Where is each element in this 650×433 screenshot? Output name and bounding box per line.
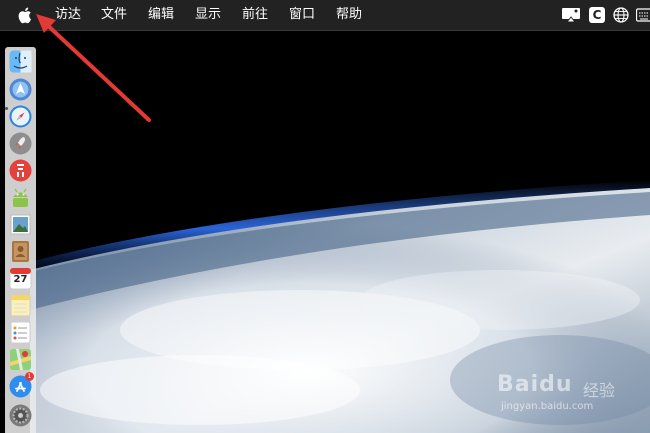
menu-bar: 访达 文件 编辑 显示 前往 窗口 帮助 C — [0, 0, 650, 31]
preview-photos-icon[interactable] — [9, 213, 32, 236]
calendar-icon[interactable]: 27 — [9, 267, 32, 290]
airplay-display-icon[interactable] — [561, 7, 581, 23]
rocket-icon[interactable] — [9, 132, 32, 155]
watermark: Baidu 经验 jingyan.baidu.com — [497, 372, 647, 417]
contacts-book-icon[interactable] — [9, 240, 32, 263]
menu-help[interactable]: 帮助 — [336, 0, 362, 30]
dock: 27 1 — [5, 47, 36, 433]
globe-icon[interactable] — [613, 7, 629, 23]
watermark-url: jingyan.baidu.com — [501, 401, 594, 412]
menu-edit[interactable]: 编辑 — [148, 0, 174, 30]
launchpad-icon[interactable] — [9, 78, 32, 101]
keyboard-icon[interactable] — [636, 7, 650, 23]
red-app-icon[interactable] — [9, 159, 32, 182]
desktop-wallpaper — [0, 0, 650, 433]
android-icon[interactable] — [9, 186, 32, 209]
menu-finder[interactable]: 访达 — [55, 0, 81, 30]
finder-icon[interactable] — [9, 50, 32, 73]
maps-icon[interactable] — [9, 348, 32, 371]
apple-logo-icon[interactable] — [17, 6, 35, 24]
safari-icon[interactable] — [9, 105, 32, 128]
notes-icon[interactable] — [9, 294, 32, 317]
app-store-badge: 1 — [25, 372, 34, 381]
menu-file[interactable]: 文件 — [101, 0, 127, 30]
reminders-icon[interactable] — [9, 321, 32, 344]
c-app-icon[interactable]: C — [589, 7, 605, 23]
menu-window[interactable]: 窗口 — [289, 0, 315, 30]
system-preferences-icon[interactable] — [9, 404, 32, 427]
watermark-brand: Baidu — [497, 372, 573, 397]
menu-view[interactable]: 显示 — [195, 0, 221, 30]
app-store-icon[interactable]: 1 — [9, 372, 34, 398]
calendar-day: 27 — [13, 274, 28, 285]
running-indicator — [5, 107, 8, 110]
watermark-subtitle: 经验 — [583, 381, 616, 400]
menu-go[interactable]: 前往 — [242, 0, 268, 30]
